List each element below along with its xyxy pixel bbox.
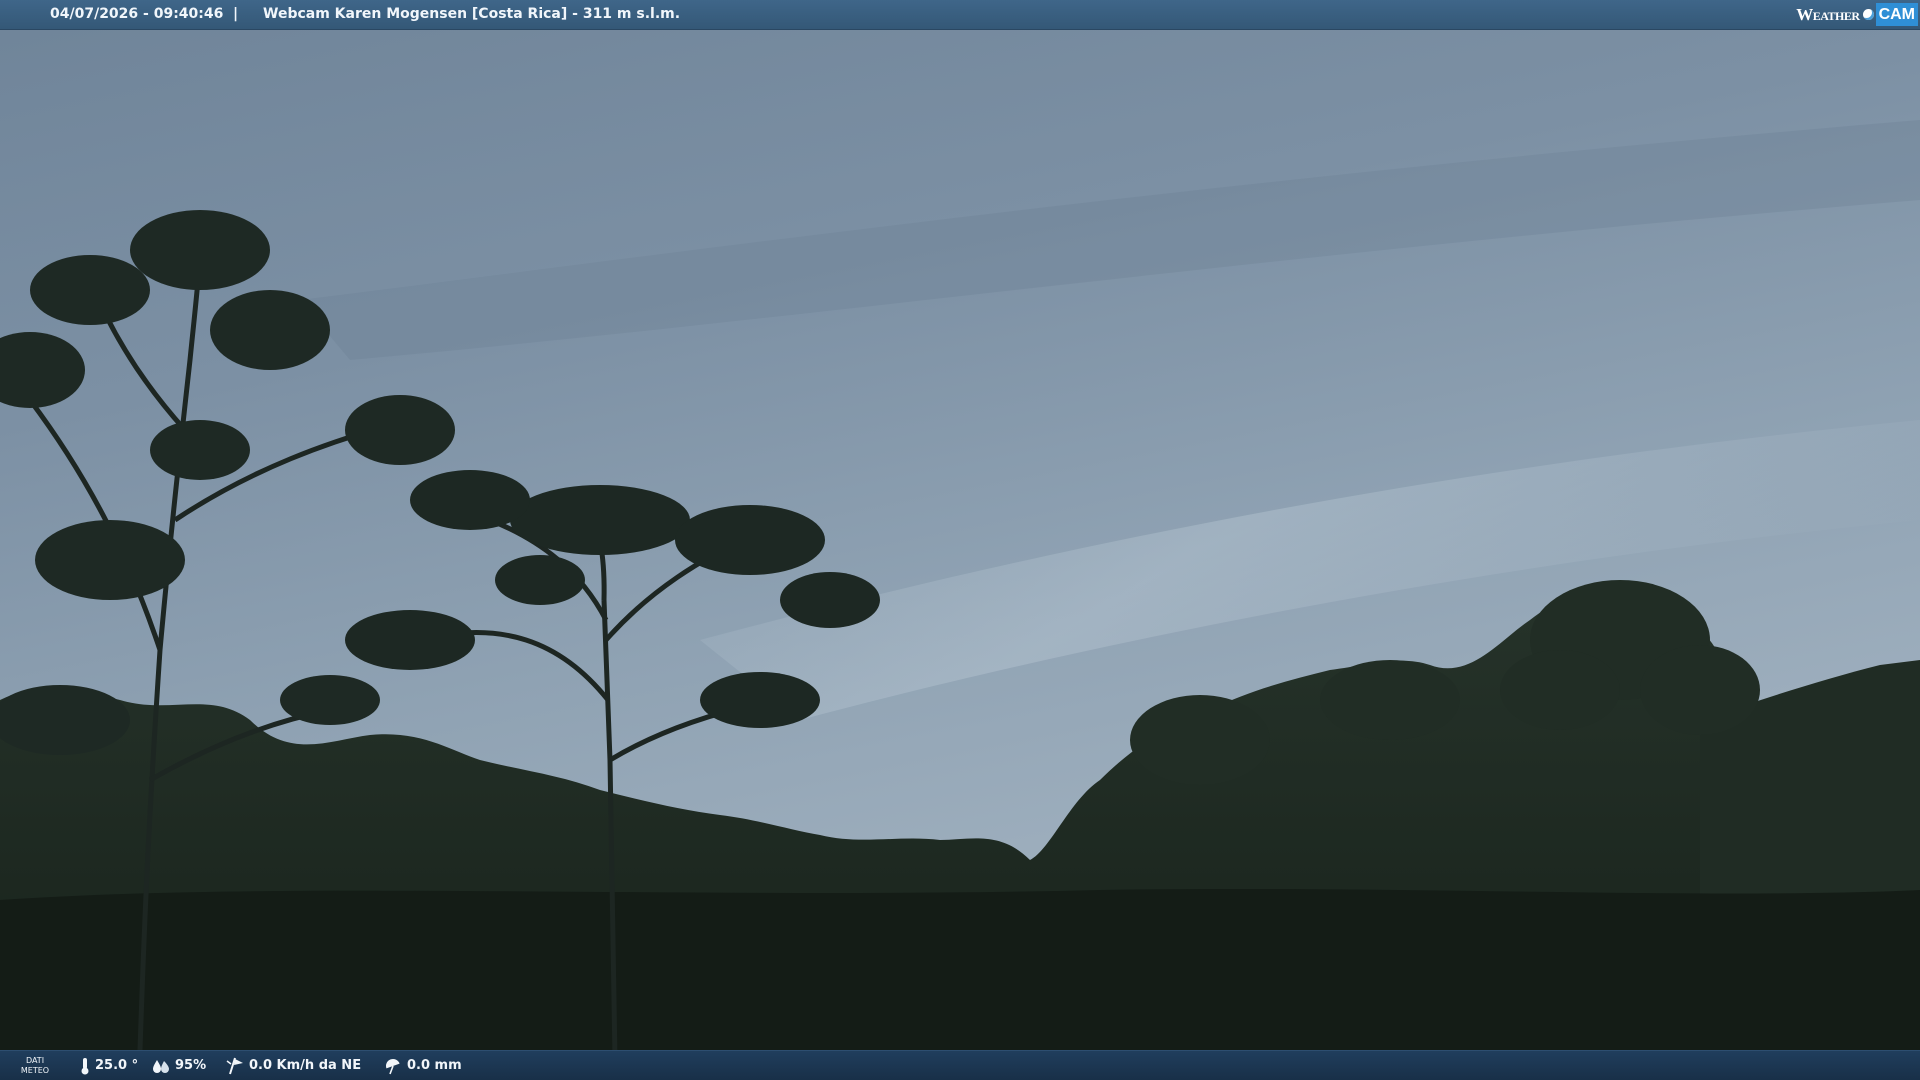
meteo-label-line1: DATI — [25, 1056, 45, 1065]
humidity-value: 95% — [175, 1058, 207, 1073]
weathercam-logo[interactable]: Weather CAM — [1796, 2, 1918, 27]
wind-reading: 0.0 Km/h da NE — [226, 1051, 361, 1080]
wind-flag-icon — [226, 1057, 243, 1075]
logo-word-cam: CAM — [1875, 3, 1918, 26]
temperature-reading: 25.0 ° — [80, 1051, 138, 1080]
temperature-value: 25.0 ° — [95, 1058, 139, 1073]
thermometer-icon — [81, 1058, 89, 1075]
webcam-frame: 04/07/2026 - 09:40:46 | Webcam Karen Mog… — [0, 0, 1920, 1080]
logo-word-weather: Weather — [1796, 5, 1860, 24]
header-separator: | — [233, 6, 239, 22]
timestamp: 04/07/2026 - 09:40:46 — [50, 6, 224, 22]
rain-value: 0.0 mm — [407, 1058, 462, 1073]
webcam-image — [0, 0, 1920, 1080]
humidity-reading: 95% — [152, 1051, 206, 1080]
header-bar: 04/07/2026 - 09:40:46 | Webcam Karen Mog… — [0, 0, 1920, 30]
meteo-label: DATI METEO — [14, 1056, 56, 1076]
humidity-drop-icon — [153, 1060, 169, 1073]
logo-dot-icon — [1862, 9, 1874, 20]
rain-reading: 0.0 mm — [384, 1051, 462, 1080]
rain-umbrella-icon — [386, 1059, 400, 1075]
wind-value: 0.0 Km/h da NE — [249, 1058, 362, 1073]
weather-data-bar: DATI METEO 25.0 ° 95% 0.0 Km/h da NE 0.0… — [0, 1050, 1920, 1080]
webcam-title: Webcam Karen Mogensen [Costa Rica] - 311… — [263, 6, 681, 22]
meteo-label-line2: METEO — [20, 1066, 50, 1075]
